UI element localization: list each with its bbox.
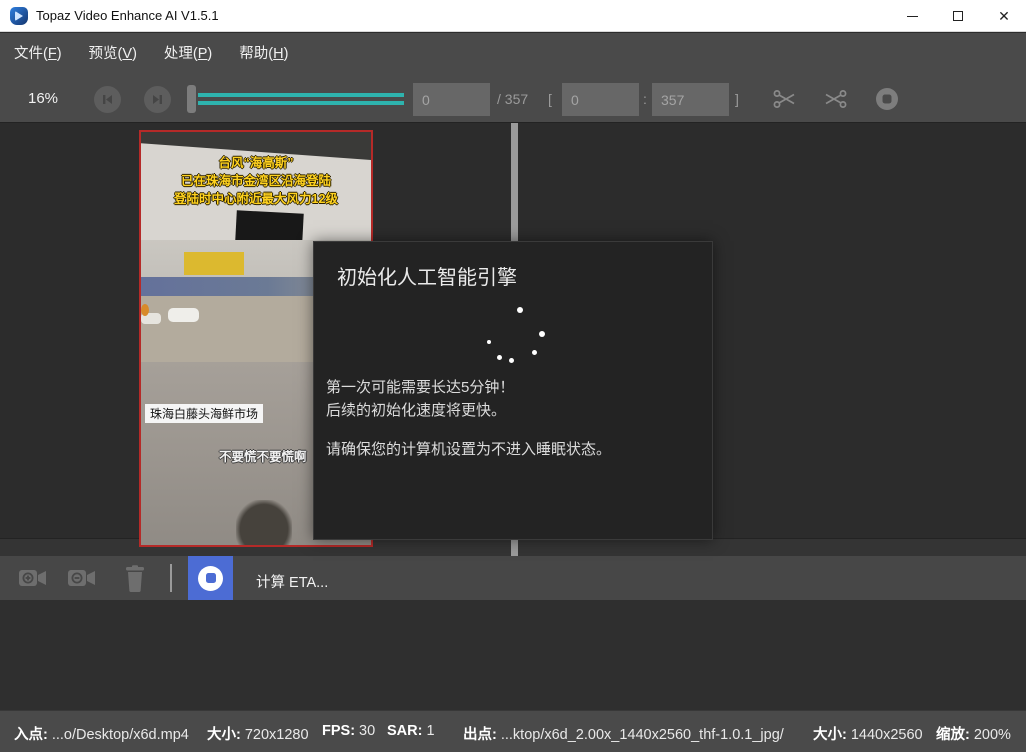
app-logo-icon	[10, 7, 28, 25]
trim-start-input[interactable]	[562, 83, 639, 116]
maximize-button[interactable]	[936, 0, 980, 32]
video-light-shape	[141, 304, 149, 316]
stop-icon	[874, 86, 900, 112]
video-location-label: 珠海白藤头海鲜市场	[145, 404, 263, 423]
title-bar: Topaz Video Enhance AI V1.5.1 ✕	[0, 0, 1026, 32]
menu-bar: 文件(F) 预览(V) 处理(P) 帮助(H)	[0, 33, 1026, 72]
camera-remove-icon	[67, 566, 97, 590]
progress-bar-top	[198, 93, 404, 97]
status-fps: FPS:30	[322, 723, 375, 739]
minimize-button[interactable]	[890, 0, 934, 32]
status-sar: SAR:1	[387, 723, 435, 739]
remove-video-button[interactable]	[66, 565, 98, 591]
window-title: Topaz Video Enhance AI V1.5.1	[36, 8, 219, 23]
menu-help[interactable]: 帮助(H)	[239, 42, 288, 63]
status-input-path: 入点:...o/Desktop/x6d.mp4	[14, 723, 189, 744]
status-output-path: 出点:...ktop/x6d_2.00x_1440x2560_thf-1.0.1…	[463, 723, 784, 744]
bracket-open-label: [	[548, 91, 552, 107]
toolbar-divider	[170, 564, 172, 592]
video-subtitle-label: 不要慌不要慌啊	[219, 446, 307, 465]
video-billboard-shape	[184, 252, 244, 275]
trim-start-icon	[772, 87, 798, 111]
add-video-button[interactable]	[17, 565, 49, 591]
dialog-text-line: 第一次可能需要长达5分钟！	[326, 376, 514, 397]
thumbnail-strip	[0, 600, 1026, 710]
status-bar: 入点:...o/Desktop/x6d.mp4 大小:720x1280 FPS:…	[0, 710, 1026, 752]
current-frame-input[interactable]	[413, 83, 490, 116]
video-car-shape	[168, 308, 199, 322]
timeline-slider-handle[interactable]	[187, 85, 196, 113]
camera-add-icon	[18, 566, 48, 590]
timeline-progress-track[interactable]	[198, 93, 404, 105]
eta-status-label: 计算 ETA...	[256, 571, 328, 592]
video-hanging-sign-shape	[235, 210, 303, 243]
stop-icon	[198, 566, 223, 591]
video-caption: 台风“海高斯” 已在珠海市金湾区沿海登陆 登陆时中心附近最大风力12级	[141, 154, 371, 208]
menu-file[interactable]: 文件(F)	[14, 42, 62, 63]
delete-button[interactable]	[119, 565, 151, 591]
video-debris-shape	[236, 500, 292, 547]
close-icon: ✕	[998, 9, 1010, 23]
trim-end-input[interactable]	[652, 83, 729, 116]
colon-label: :	[643, 91, 647, 107]
dialog-text-line: 后续的初始化速度将更快。	[326, 399, 506, 420]
close-button[interactable]: ✕	[982, 0, 1026, 32]
trash-icon	[123, 565, 147, 592]
progress-bar-bottom	[198, 101, 404, 105]
trim-end-icon	[822, 87, 848, 111]
skip-to-end-button[interactable]	[144, 86, 171, 113]
init-engine-dialog: 初始化人工智能引擎 第一次可能需要长达5分钟！ 后续的初始化速度将更快。 请确保…	[313, 241, 713, 540]
skip-start-icon	[101, 93, 114, 106]
menu-preview[interactable]: 预览(V)	[89, 42, 137, 63]
maximize-icon	[953, 11, 963, 21]
trim-start-button[interactable]	[770, 85, 800, 113]
dialog-title: 初始化人工智能引擎	[337, 261, 517, 290]
total-frames-label: / 357	[497, 91, 528, 107]
status-input-size: 大小:720x1280	[207, 723, 309, 744]
skip-to-start-button[interactable]	[94, 86, 121, 113]
process-toolbar	[0, 556, 1026, 600]
status-scale: 缩放:200%	[936, 723, 1011, 744]
skip-end-icon	[151, 93, 164, 106]
stop-preview-button[interactable]	[872, 85, 902, 113]
stop-processing-button[interactable]	[188, 556, 233, 600]
bracket-close-label: ]	[735, 91, 739, 107]
trim-end-button[interactable]	[820, 85, 850, 113]
minimize-icon	[907, 16, 918, 17]
menu-process[interactable]: 处理(P)	[164, 42, 212, 63]
zoom-level-label: 16%	[28, 90, 58, 107]
dialog-text-line: 请确保您的计算机设置为不进入睡眠状态。	[326, 438, 611, 459]
status-output-size: 大小:1440x2560	[813, 723, 923, 744]
